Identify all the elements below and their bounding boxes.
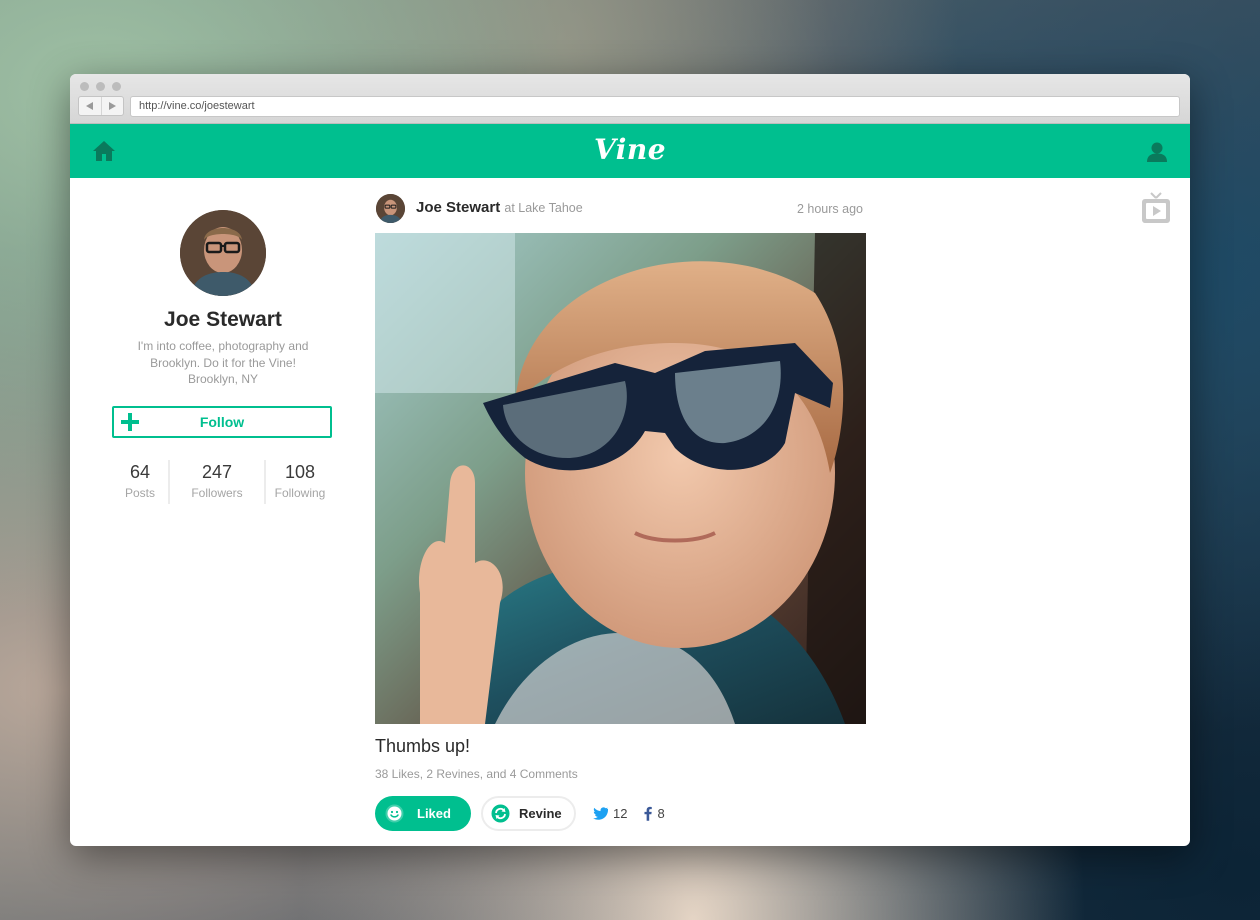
post-video[interactable] <box>375 233 866 724</box>
smiley-icon <box>385 804 404 823</box>
bio-line: Brooklyn. Do it for the Vine! <box>150 355 296 370</box>
main-content: Joe Stewart I'm into coffee, photography… <box>70 178 1190 846</box>
facebook-count: 8 <box>657 806 665 821</box>
stat-label: Following <box>274 485 326 500</box>
browser-chrome: http://vine.co/joestewart <box>70 74 1190 124</box>
post-engagement[interactable]: 38 Likes, 2 Revines, and 4 Comments <box>375 767 866 781</box>
plus-icon <box>121 412 139 431</box>
stat-following[interactable]: 108 Following <box>264 459 334 504</box>
liked-button[interactable]: Liked <box>375 796 471 831</box>
post-card: Joe Stewart at Lake Tahoe 2 hours ago Th… <box>375 178 866 831</box>
stat-posts[interactable]: 64 Posts <box>112 460 168 504</box>
profile-sidebar: Joe Stewart I'm into coffee, photography… <box>112 178 334 504</box>
vine-header: Vine <box>70 124 1190 178</box>
tv-icon[interactable] <box>1141 192 1171 224</box>
profile-location: Brooklyn, NY <box>187 372 259 386</box>
person-portrait-icon <box>180 210 266 296</box>
close-window-button[interactable] <box>80 82 89 91</box>
twitter-share[interactable]: 12 <box>593 806 627 821</box>
back-button[interactable] <box>79 97 101 115</box>
facebook-share[interactable]: 8 <box>644 806 665 821</box>
facebook-icon <box>644 806 653 821</box>
vine-logo[interactable]: Vine <box>594 133 666 166</box>
twitter-icon <box>593 807 608 820</box>
stat-value: 64 <box>129 461 151 482</box>
post-actions: Liked Revine 12 8 <box>375 796 866 831</box>
profile-bio: I'm into coffee, photography and Brookly… <box>112 338 334 388</box>
profile-stats: 64 Posts 247 Followers 108 Following <box>112 459 334 504</box>
nav-buttons <box>78 96 124 116</box>
profile-avatar[interactable] <box>180 210 266 296</box>
post-author-name[interactable]: Joe Stewart <box>416 199 500 216</box>
post-author-avatar[interactable] <box>376 194 405 223</box>
post-location[interactable]: at Lake Tahoe <box>504 201 582 215</box>
arrow-left-icon <box>86 102 94 110</box>
revine-button[interactable]: Revine <box>481 796 576 831</box>
revine-label: Revine <box>519 806 562 821</box>
arrow-right-icon <box>108 102 116 110</box>
zoom-window-button[interactable] <box>112 82 121 91</box>
post-timestamp: 2 hours ago <box>796 202 863 216</box>
stat-label: Posts <box>124 485 155 500</box>
user-icon[interactable] <box>1146 141 1168 163</box>
person-portrait-icon <box>376 194 405 223</box>
address-bar[interactable]: http://vine.co/joestewart <box>130 96 1180 117</box>
forward-button[interactable] <box>100 97 124 115</box>
post-author[interactable]: Joe Stewart at Lake Tahoe <box>416 199 583 216</box>
post-header: Joe Stewart at Lake Tahoe 2 hours ago <box>375 178 866 233</box>
stat-value: 247 <box>201 461 233 482</box>
stat-followers[interactable]: 247 Followers <box>168 459 264 504</box>
post-caption: Thumbs up! <box>375 736 471 756</box>
twitter-count: 12 <box>613 806 628 821</box>
stat-value: 108 <box>284 461 316 482</box>
minimize-window-button[interactable] <box>96 82 105 91</box>
home-icon[interactable] <box>92 140 116 162</box>
follow-label: Follow <box>199 413 245 430</box>
profile-name: Joe Stewart <box>164 308 282 331</box>
revine-icon <box>491 804 510 823</box>
bio-line: I'm into coffee, photography and <box>137 339 309 353</box>
browser-window: http://vine.co/joestewart Vine Joe Stewa… <box>70 74 1190 846</box>
window-controls <box>80 82 121 91</box>
stat-label: Followers <box>191 485 243 500</box>
follow-button[interactable]: Follow <box>112 405 332 438</box>
liked-label: Liked <box>417 806 451 821</box>
